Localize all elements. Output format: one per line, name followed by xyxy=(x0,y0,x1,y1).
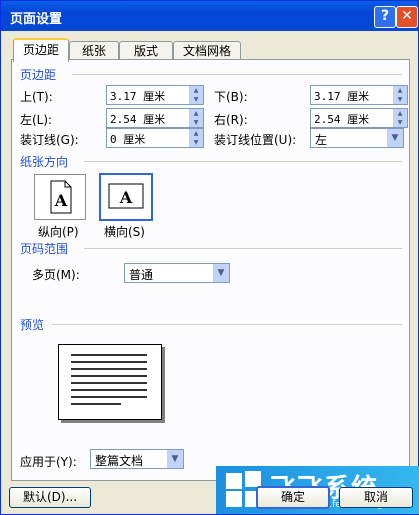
pages-separator xyxy=(84,248,402,249)
preview-line xyxy=(71,382,147,384)
left-margin-spinner[interactable]: 2.54 厘米 ▲ ▼ xyxy=(106,108,204,128)
pages-group-label: 页码范围 xyxy=(20,242,69,256)
multiple-pages-label: 多页(M): xyxy=(32,268,80,282)
chevron-down-icon[interactable]: ▼ xyxy=(213,264,229,282)
gutter-position-value: 左 xyxy=(315,133,328,147)
preview-separator xyxy=(52,324,402,325)
landscape-option[interactable]: A xyxy=(99,173,153,221)
right-margin-label: 右(R): xyxy=(214,113,248,127)
margins-separator xyxy=(72,74,402,75)
preview-group-label: 预览 xyxy=(20,318,45,332)
gutter-position-label: 装订线位置(U): xyxy=(214,133,297,147)
gutter-value: 0 厘米 xyxy=(110,133,146,146)
gutter-label: 装订线(G): xyxy=(20,133,79,147)
tab-layout[interactable]: 版式 xyxy=(119,41,173,60)
spinner-arrows-icon[interactable]: ▲ ▼ xyxy=(393,86,407,104)
left-margin-value: 2.54 厘米 xyxy=(110,113,166,126)
apply-to-label: 应用于(Y): xyxy=(20,455,77,469)
svg-text:A: A xyxy=(54,191,68,210)
preview-line xyxy=(71,375,147,377)
bottom-margin-spinner[interactable]: 3.17 厘米 ▲ ▼ xyxy=(310,85,408,105)
right-margin-spinner[interactable]: 2.54 厘米 ▲ ▼ xyxy=(310,108,408,128)
spinner-arrows-icon[interactable]: ▲ ▼ xyxy=(189,129,203,147)
gutter-spinner[interactable]: 0 厘米 ▲ ▼ xyxy=(106,128,204,148)
preview-line xyxy=(71,354,147,356)
page-setup-dialog: 页面设置 ? ✕ 页边距 纸张 版式 文档网格 页边距 上(T): 3.17 厘… xyxy=(0,0,419,515)
tab-document-grid[interactable]: 文档网格 xyxy=(173,41,241,60)
preview-line xyxy=(71,361,147,363)
help-button[interactable]: ? xyxy=(374,6,396,28)
landscape-page-icon: A xyxy=(108,183,144,209)
default-button[interactable]: 默认(D)... xyxy=(9,487,91,508)
close-button[interactable]: ✕ xyxy=(396,6,418,28)
preview-line xyxy=(71,396,147,398)
chevron-down-icon[interactable]: ▼ xyxy=(387,129,403,147)
margins-group-label: 页边距 xyxy=(20,68,57,82)
multiple-pages-select[interactable]: 普通 ▼ xyxy=(124,263,230,283)
spinner-arrows-icon[interactable]: ▲ ▼ xyxy=(189,109,203,127)
multiple-pages-value: 普通 xyxy=(129,268,154,282)
gutter-position-select[interactable]: 左 ▼ xyxy=(310,128,404,148)
portrait-page-icon: A xyxy=(50,180,72,214)
portrait-option[interactable]: A xyxy=(34,174,86,220)
tab-margins[interactable]: 页边距 xyxy=(13,38,69,62)
dialog-title: 页面设置 xyxy=(10,12,63,27)
preview-line xyxy=(71,389,147,391)
tab-panel: 页边距 上(T): 3.17 厘米 ▲ ▼ 下(B): 3.17 厘米 ▲ ▼ 左(… xyxy=(11,59,410,481)
top-margin-label: 上(T): xyxy=(20,90,53,104)
preview-line xyxy=(71,403,121,405)
bottom-margin-label: 下(B): xyxy=(214,90,248,104)
apply-to-select[interactable]: 整篇文档 ▼ xyxy=(90,449,184,469)
apply-to-value: 整篇文档 xyxy=(95,454,144,468)
page-preview xyxy=(58,344,162,420)
svg-text:A: A xyxy=(119,188,133,207)
left-margin-label: 左(L): xyxy=(20,113,53,127)
orientation-group-label: 纸张方向 xyxy=(20,155,69,169)
top-margin-value: 3.17 厘米 xyxy=(110,90,166,103)
landscape-label: 横向(S) xyxy=(104,225,145,239)
spinner-arrows-icon[interactable]: ▲ ▼ xyxy=(189,86,203,104)
title-bar: 页面设置 ? ✕ xyxy=(1,1,418,31)
spinner-arrows-icon[interactable]: ▲ ▼ xyxy=(393,109,407,127)
right-margin-value: 2.54 厘米 xyxy=(314,113,370,126)
portrait-label: 纵向(P) xyxy=(38,225,79,239)
tab-paper[interactable]: 纸张 xyxy=(69,41,119,60)
top-margin-spinner[interactable]: 3.17 厘米 ▲ ▼ xyxy=(106,85,204,105)
chevron-down-icon[interactable]: ▼ xyxy=(167,450,183,468)
cancel-button[interactable]: 取消 xyxy=(339,487,413,508)
bottom-margin-value: 3.17 厘米 xyxy=(314,90,370,103)
orientation-separator xyxy=(84,161,402,162)
preview-line xyxy=(71,368,147,370)
ok-button[interactable]: 确定 xyxy=(256,486,330,509)
